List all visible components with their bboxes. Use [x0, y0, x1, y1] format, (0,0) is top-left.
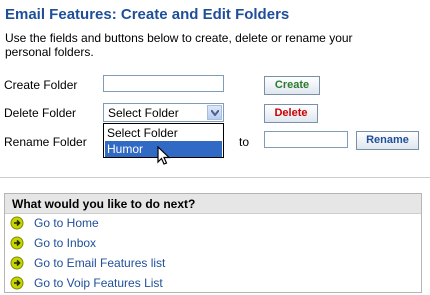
- rename-to-label: to: [239, 135, 250, 149]
- intro-text: Use the fields and buttons below to crea…: [5, 31, 353, 59]
- link-go-to-inbox[interactable]: Go to Inbox: [34, 236, 96, 250]
- link-go-to-email-features-list[interactable]: Go to Email Features list: [34, 256, 165, 270]
- chevron-down-icon[interactable]: [207, 105, 222, 120]
- delete-folder-selected-value: Select Folder: [108, 106, 179, 120]
- delete-folder-select[interactable]: Select Folder: [103, 103, 224, 122]
- create-button[interactable]: Create: [264, 76, 320, 95]
- arrow-circle-bullet-icon: [10, 236, 24, 250]
- rename-button[interactable]: Rename: [356, 131, 419, 150]
- rename-folder-label: Rename Folder: [4, 135, 87, 149]
- create-folder-label: Create Folder: [4, 78, 78, 92]
- page-title: Email Features: Create and Edit Folders: [5, 6, 290, 23]
- link-go-to-home[interactable]: Go to Home: [34, 216, 99, 230]
- arrow-circle-bullet-icon: [10, 216, 24, 230]
- create-folder-input[interactable]: [103, 75, 224, 92]
- divider: [0, 177, 430, 178]
- link-go-to-voip-features-list[interactable]: Go to Voip Features List: [34, 276, 163, 290]
- delete-folder-label: Delete Folder: [4, 106, 77, 120]
- dropdown-option-select-folder[interactable]: Select Folder: [105, 125, 222, 141]
- arrow-circle-bullet-icon: [10, 276, 24, 290]
- next-actions-header: What would you like to do next?: [5, 194, 421, 214]
- next-actions-heading: What would you like to do next?: [12, 197, 196, 211]
- mouse-pointer-icon: [157, 146, 171, 165]
- next-actions-panel: What would you like to do next? Go to Ho…: [4, 193, 422, 293]
- rename-folder-input[interactable]: [264, 131, 348, 148]
- delete-button[interactable]: Delete: [264, 104, 318, 123]
- arrow-circle-bullet-icon: [10, 256, 24, 270]
